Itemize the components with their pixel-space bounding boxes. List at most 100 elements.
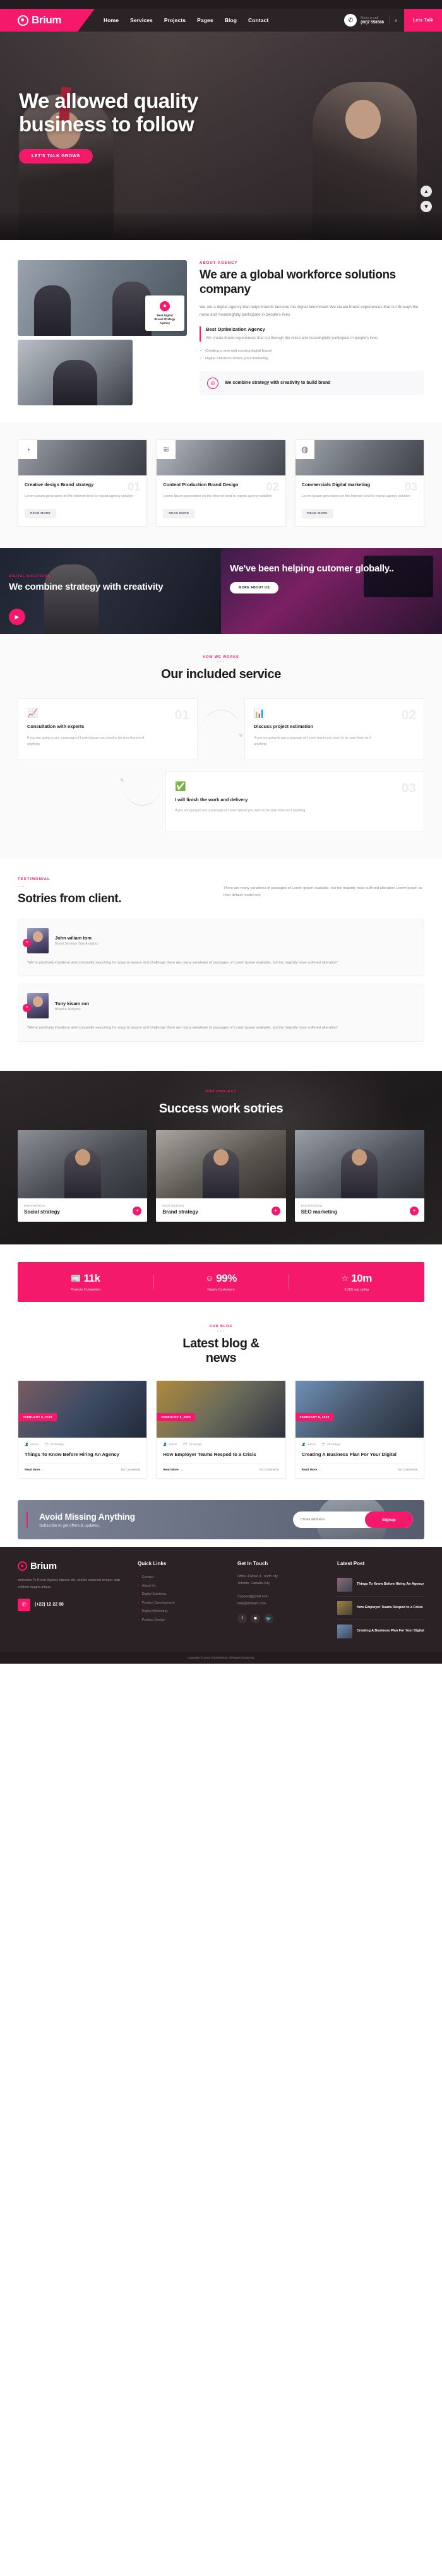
twitter-icon[interactable]: 🐦	[264, 1614, 273, 1624]
search-icon[interactable]: ⌕	[395, 17, 398, 24]
blog-title: Things To Know Before Hiring An Agency	[25, 1452, 119, 1458]
testimonial-card: ❝ Tony kisam ron Brand & Analytics "We'r…	[18, 984, 424, 1042]
project-card[interactable]: Brand Marketing Social strategy +	[18, 1130, 148, 1222]
footer-email-1[interactable]: Support@gmail.com	[237, 1594, 325, 1601]
bullet-icon: •	[138, 1583, 139, 1588]
nav-item-home[interactable]: Home	[104, 17, 119, 23]
blog-meta: 👤 admin 🗂 All Design	[163, 1443, 278, 1446]
about-feature-list: ✓ Creating a new and exciting digital bra…	[200, 348, 424, 362]
page-root: Brium Home Services Projects Pages Blog …	[0, 0, 442, 1664]
promo-banner: DIGITAL SOLUTIONS We combine strategy wi…	[0, 548, 442, 635]
footer-logo[interactable]: Brium	[18, 1561, 125, 1571]
more-about-us-button[interactable]: MORE ABOUT US	[230, 581, 279, 593]
newsletter-title: Avoid Missing Anything	[39, 1512, 135, 1522]
smile-icon: ☺	[205, 1273, 214, 1284]
lets-talk-button[interactable]: Lets Talk	[404, 9, 442, 32]
footer-link[interactable]: • Digital Marketing	[138, 1607, 225, 1616]
about-heading: We are a global workforce solutions comp…	[200, 268, 396, 296]
footer-link[interactable]: • Digital Solutions	[138, 1590, 225, 1599]
user-icon: 👤	[301, 1443, 306, 1447]
testimonial-quote: "We're positively impatient and constant…	[27, 960, 338, 965]
footer-post-item[interactable]: How Employer Teams Respod to a Crisis	[337, 1597, 424, 1621]
blog-comments: No Comments	[398, 1469, 417, 1472]
nav-item-contact[interactable]: Contact	[248, 17, 268, 23]
service-card[interactable]: ◔ 01 Creative design Brand strategy Lore…	[18, 439, 148, 527]
service-read-more-button[interactable]: READ MORE	[163, 509, 195, 519]
project-card[interactable]: Brand Marketing SEO marketing +	[294, 1130, 424, 1222]
phone-number[interactable]: (00)7 558568	[361, 20, 384, 25]
step-number: 01	[174, 708, 189, 723]
footer-link[interactable]: • Contact	[138, 1573, 225, 1582]
project-category: Brand Marketing	[24, 1203, 45, 1207]
hero-slider-controls: ▲ ▼	[421, 186, 432, 212]
service-card[interactable]: ≋ 02 Content Production Brand Design Lor…	[156, 439, 286, 527]
presentation-chart-icon: 📈	[27, 708, 39, 719]
footer-link[interactable]: • About Us	[138, 1582, 225, 1591]
footer-post-title: How Employer Teams Respod to a Crisis	[357, 1606, 423, 1610]
slider-down-icon[interactable]: ▼	[421, 201, 432, 212]
blog-read-more-link[interactable]: Read More →	[302, 1469, 321, 1472]
about-media: ★ Best Digital Brand Strategy Agency	[18, 260, 187, 405]
newsletter-form: Signup	[293, 1512, 413, 1529]
services-grid: ◔ 01 Creative design Brand strategy Lore…	[18, 439, 424, 527]
instagram-icon[interactable]: ◙	[251, 1614, 260, 1624]
footer-link[interactable]: • Product Development	[138, 1599, 225, 1608]
testimonial-name: John wiliam tom	[55, 935, 92, 941]
step-card: ✅ 03 I will finish the work and delivery…	[165, 771, 424, 832]
project-card[interactable]: Brand Marketing Brand strategy +	[156, 1130, 286, 1222]
projects-heading: Success work sotries	[158, 1101, 284, 1116]
about-list-0: Creating a new and exciting digital bran…	[205, 349, 272, 354]
blog-card[interactable]: FEBRUARY 8, 2023 👤 admin 🗂 All Design Crea…	[294, 1380, 424, 1479]
service-card[interactable]: ◍ 03 Commercials Digital marketing Lorem…	[294, 439, 424, 527]
nav-item-projects[interactable]: Projects	[164, 17, 186, 23]
quote-icon: ❝	[23, 1004, 31, 1013]
blog-image: FEBRUARY 8, 2023	[157, 1381, 285, 1438]
footer-emails: Support@gmail.com help@domain.com	[237, 1594, 325, 1608]
facebook-icon[interactable]: f	[237, 1614, 247, 1624]
plus-icon[interactable]: +	[271, 1206, 280, 1215]
newspaper-icon: 📰	[71, 1273, 81, 1283]
about-section: ★ Best Digital Brand Strategy Agency ABO…	[0, 240, 442, 422]
play-icon[interactable]: ▶	[9, 609, 25, 626]
hero-cta-button[interactable]: LET'S TALK GROWS	[19, 148, 93, 164]
service-read-more-button[interactable]: READ MORE	[25, 509, 57, 519]
footer-email-2[interactable]: help@domain.com	[237, 1601, 325, 1607]
blog-read-more-link[interactable]: Read More →	[163, 1469, 182, 1472]
footer-link[interactable]: • Product Design	[138, 1616, 225, 1625]
phone-icon: ✆	[344, 14, 357, 27]
footer-post-item[interactable]: Things To Know Before Hiring An Agency	[337, 1573, 424, 1597]
step-text: If you are going to use a passage of Lor…	[27, 736, 145, 746]
avatar: ❝	[23, 993, 49, 1019]
bullet-icon: •	[138, 1592, 139, 1597]
logo[interactable]: Brium	[0, 9, 95, 32]
blog-heading-line1: Latest blog &	[182, 1336, 260, 1351]
email-input[interactable]	[293, 1518, 365, 1522]
nav-item-pages[interactable]: Pages	[197, 17, 213, 23]
footer-phone[interactable]: ✆ (+22) 12 22 88	[18, 1598, 125, 1611]
blog-card[interactable]: FEBRUARY 8, 2023 👤 admin 🗂 All Design How …	[156, 1380, 286, 1479]
blog-category: All Design	[50, 1443, 64, 1447]
eyebrow-dots: • • •	[217, 1094, 225, 1097]
service-title: Content Production Brand Design	[163, 482, 239, 487]
project-title: Social strategy	[24, 1208, 60, 1215]
blog-category: All Design	[326, 1443, 341, 1447]
service-number: 02	[266, 480, 279, 493]
header-actions: ✆ Make a call (00)7 558568 ⌕ Lets Talk	[344, 9, 442, 32]
service-image: ◍	[295, 440, 424, 475]
footer-post-item[interactable]: Creating A Business Plan For Your Digita…	[337, 1620, 424, 1643]
slider-up-icon[interactable]: ▲	[421, 186, 432, 197]
step-connector	[198, 698, 244, 760]
plus-icon[interactable]: +	[409, 1206, 419, 1215]
blog-card[interactable]: FEBRUARY 8, 2023 👤 admin 🗂 All Design Thin…	[18, 1380, 148, 1479]
blog-read-more-link[interactable]: Read More →	[25, 1469, 44, 1472]
nav-item-blog[interactable]: Blog	[225, 17, 237, 23]
nav-item-services[interactable]: Services	[130, 17, 153, 23]
service-number: 03	[404, 480, 417, 493]
how-we-work-section: HOW WE WORKS • • • Our included service …	[0, 634, 442, 859]
blog-date-badge: FEBRUARY 8, 2023	[295, 1413, 334, 1422]
service-read-more-button[interactable]: READ MORE	[301, 509, 333, 519]
testimonial-quote: "We're positively impatient and constant…	[27, 1026, 338, 1030]
footer-address-line1: Office 4 Road 3 , north city	[237, 1575, 278, 1579]
step-text: If you are going to use a passage of Lor…	[254, 736, 371, 746]
signup-button[interactable]: Signup	[365, 1512, 413, 1529]
